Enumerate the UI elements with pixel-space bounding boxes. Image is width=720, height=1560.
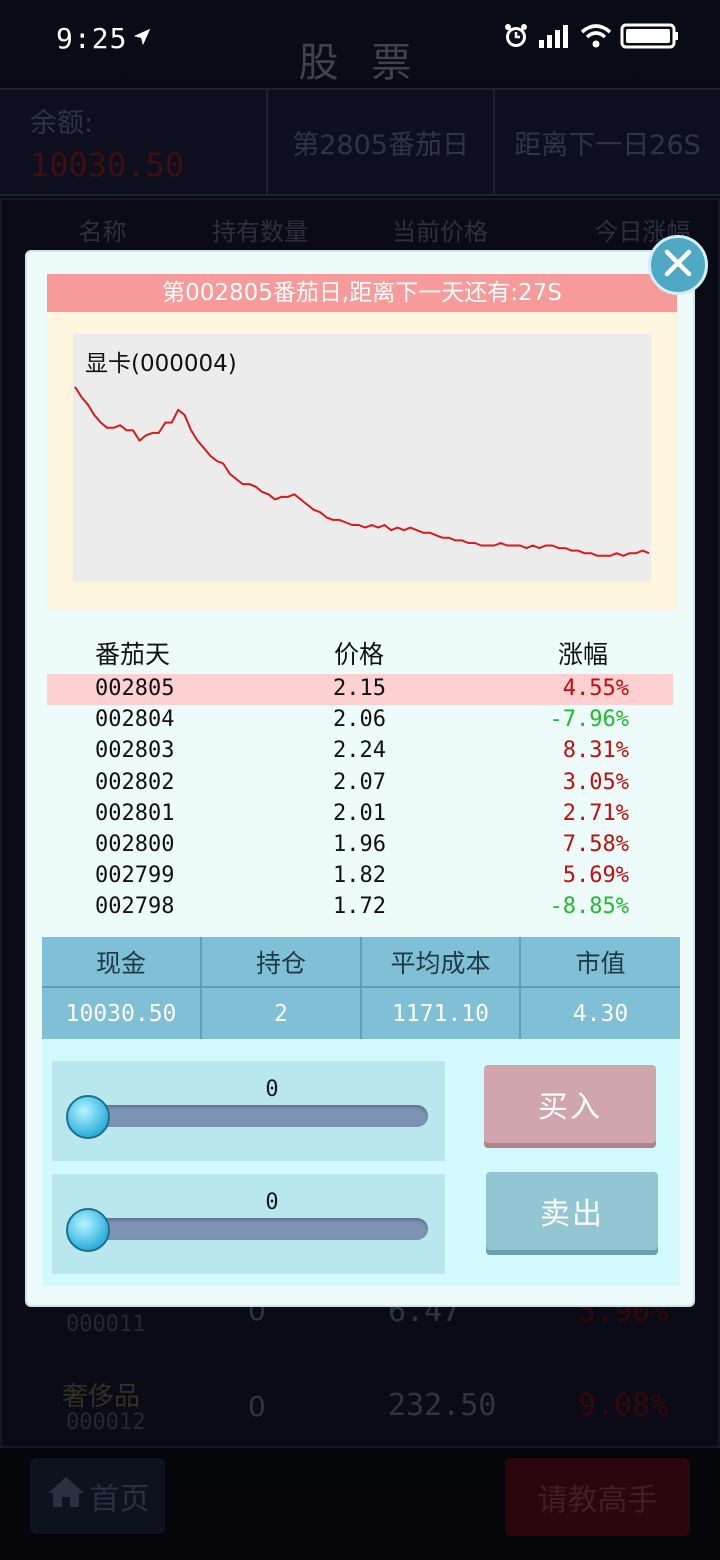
buy-button[interactable]: 买入 bbox=[484, 1065, 656, 1143]
history-row: 002804 2.06 -7.96% bbox=[47, 705, 673, 736]
buy-slider-track[interactable] bbox=[72, 1105, 428, 1127]
history-change: 2.71% bbox=[562, 800, 629, 826]
history-price: 1.96 bbox=[333, 831, 386, 857]
status-icons bbox=[502, 22, 680, 54]
price-chart: 显卡(000004) bbox=[73, 334, 651, 582]
sell-slider-track[interactable] bbox=[72, 1218, 428, 1240]
wifi-icon bbox=[580, 23, 612, 53]
history-change: 8.31% bbox=[562, 738, 629, 764]
summary-header-cash: 现金 bbox=[42, 937, 202, 988]
history-header-day: 番茄天 bbox=[95, 640, 171, 669]
history-day: 002801 bbox=[95, 800, 175, 826]
history-header-price: 价格 bbox=[334, 640, 385, 669]
history-day: 002804 bbox=[95, 707, 175, 733]
sell-slider-handle[interactable] bbox=[66, 1208, 110, 1252]
history-row: 002799 1.82 5.69% bbox=[47, 861, 673, 892]
status-time: 9:25 bbox=[56, 22, 153, 55]
buy-slider-value: 0 bbox=[265, 1077, 279, 1102]
chart-title: 显卡(000004) bbox=[85, 351, 237, 377]
history-row: 002798 1.72 -8.85% bbox=[47, 892, 673, 923]
history-day: 002800 bbox=[95, 831, 175, 857]
history-price: 1.72 bbox=[333, 894, 386, 920]
sell-slider-value: 0 bbox=[265, 1190, 279, 1215]
history-change: -7.96% bbox=[549, 707, 629, 733]
history-row: 002800 1.96 7.58% bbox=[47, 830, 673, 861]
summary-avg-cost: 1171.10 bbox=[362, 988, 521, 1039]
alarm-icon bbox=[502, 22, 530, 54]
history-row: 002803 2.24 8.31% bbox=[47, 736, 673, 767]
buy-slider-handle[interactable] bbox=[66, 1095, 110, 1139]
history-price: 2.15 bbox=[333, 676, 386, 701]
close-icon bbox=[662, 247, 694, 283]
signal-icon bbox=[538, 24, 572, 52]
summary-holding: 2 bbox=[202, 988, 362, 1039]
history-row: 002802 2.07 3.05% bbox=[47, 768, 673, 799]
chart-series-line bbox=[74, 386, 650, 557]
history-price: 2.24 bbox=[333, 738, 386, 764]
history-row: 002805 2.15 4.55% bbox=[47, 674, 673, 706]
history-change: 7.58% bbox=[562, 831, 629, 857]
history-day: 002802 bbox=[95, 769, 175, 795]
day-countdown-banner: 第002805番茄日,距离下一天还有:27S bbox=[47, 274, 677, 312]
chart-panel: 显卡(000004) bbox=[47, 312, 677, 610]
position-summary: 现金 持仓 平均成本 市值 10030.50 2 1171.10 4.30 bbox=[42, 937, 680, 1039]
trade-panel: 0 0 买入 卖出 bbox=[42, 1039, 680, 1286]
history-price: 2.01 bbox=[333, 800, 386, 826]
close-button[interactable] bbox=[648, 235, 708, 295]
summary-cash: 10030.50 bbox=[42, 988, 202, 1039]
history-price: 2.06 bbox=[333, 707, 386, 733]
sell-button[interactable]: 卖出 bbox=[486, 1172, 658, 1250]
history-day: 002805 bbox=[95, 676, 175, 701]
buy-quantity-slider: 0 bbox=[52, 1061, 445, 1161]
history-change: -8.85% bbox=[549, 894, 629, 920]
location-arrow-icon bbox=[131, 22, 153, 55]
summary-market-value: 4.30 bbox=[572, 1000, 629, 1027]
summary-header-holding: 持仓 bbox=[202, 937, 362, 988]
history-price: 1.82 bbox=[333, 863, 386, 889]
history-change: 3.05% bbox=[562, 769, 629, 795]
status-bar: 9:25 bbox=[0, 0, 720, 78]
history-day: 002803 bbox=[95, 738, 175, 764]
history-table: 002805 2.15 4.55% 002804 2.06 -7.96% 002803 2.2… bbox=[47, 674, 673, 924]
summary-header-market-value: 市值 bbox=[521, 937, 680, 988]
stock-detail-modal: 第002805番茄日,距离下一天还有:27S 显卡(000004) 番茄天 价格… bbox=[25, 250, 695, 1307]
history-header-change: 涨幅 bbox=[558, 640, 609, 669]
sell-quantity-slider: 0 bbox=[52, 1174, 445, 1274]
history-day: 002798 bbox=[95, 894, 175, 920]
summary-header-avg-cost: 平均成本 bbox=[362, 937, 521, 988]
history-change: 4.55% bbox=[562, 676, 629, 701]
history-day: 002799 bbox=[95, 863, 175, 889]
battery-icon bbox=[620, 22, 680, 54]
history-change: 5.69% bbox=[562, 863, 629, 889]
history-row: 002801 2.01 2.71% bbox=[47, 799, 673, 830]
history-price: 2.07 bbox=[333, 769, 386, 795]
